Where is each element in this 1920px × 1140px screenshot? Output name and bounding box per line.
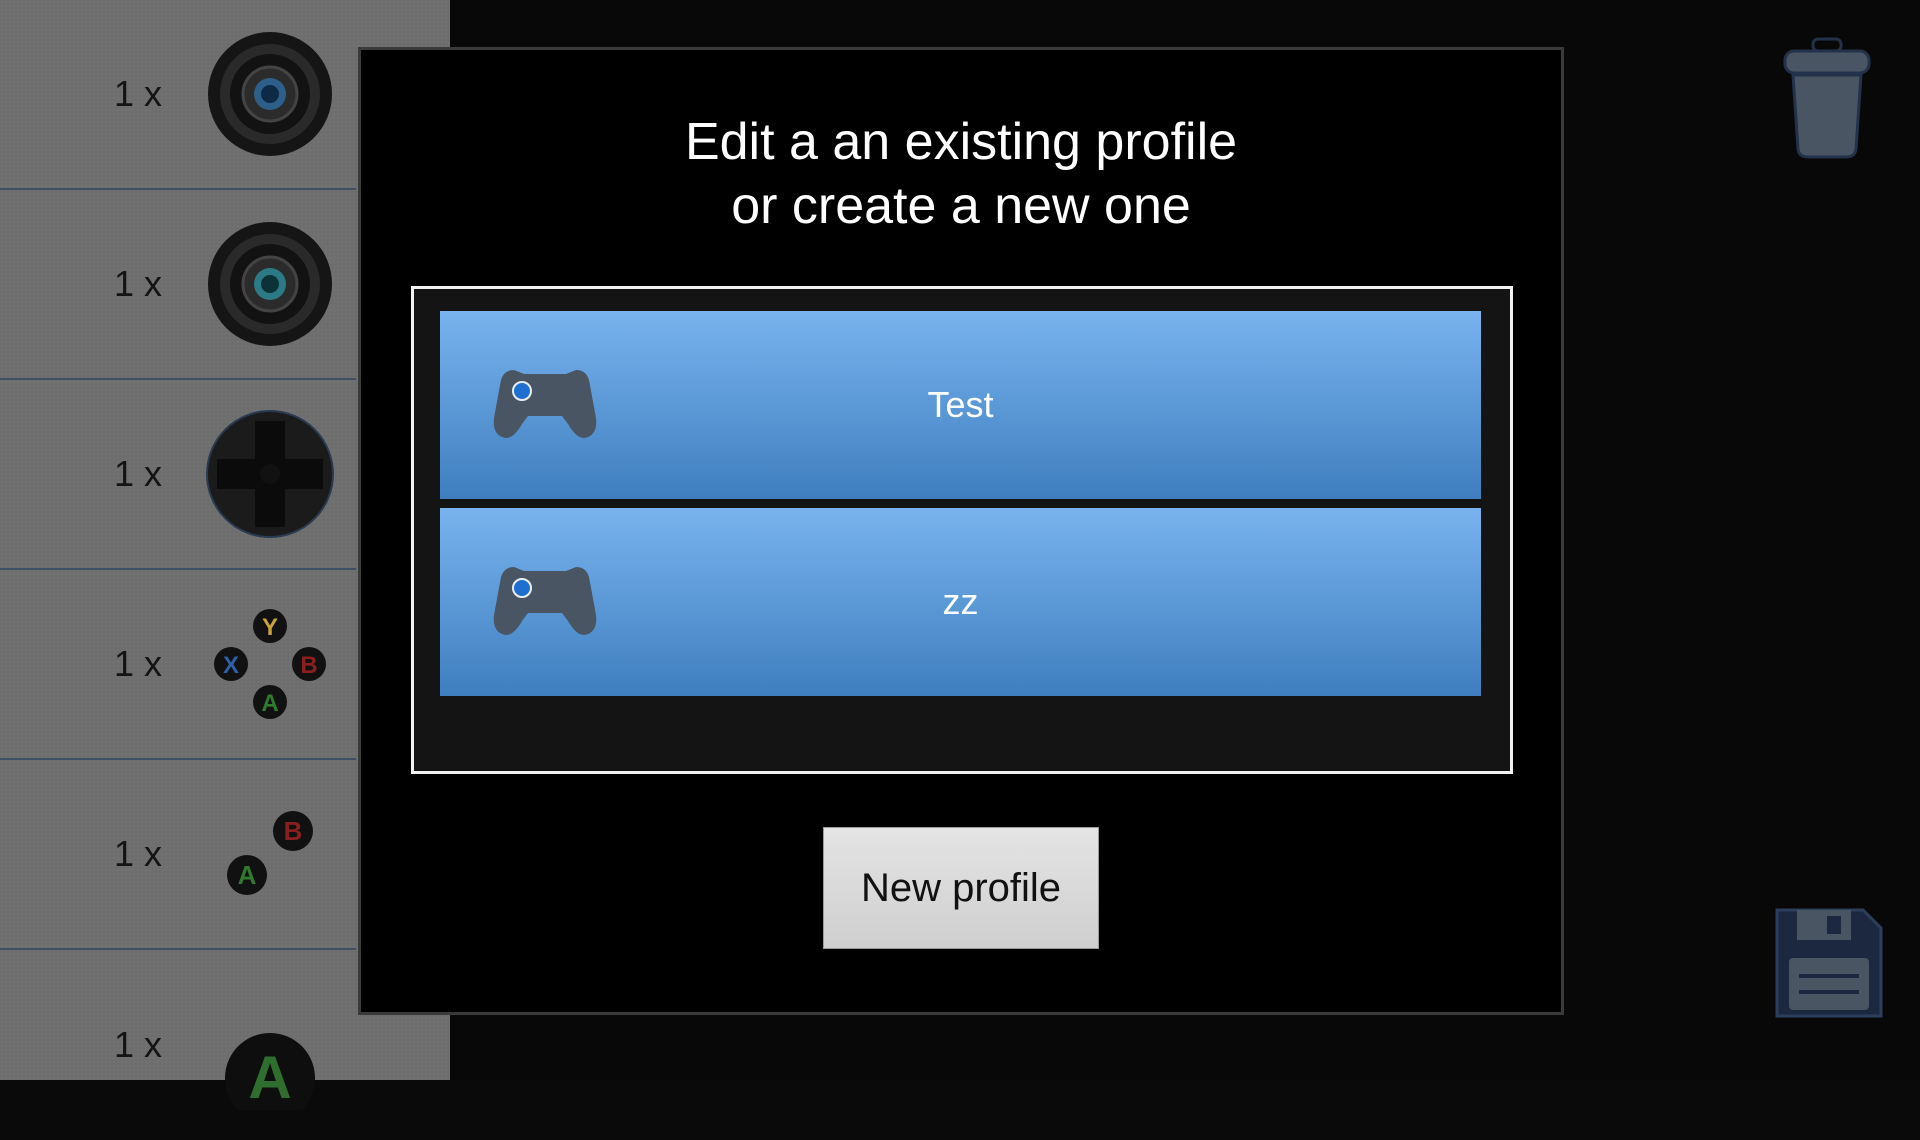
- profile-item-test[interactable]: Test: [440, 311, 1481, 499]
- palette-item-analog-stick-1[interactable]: 1 x: [0, 0, 356, 190]
- svg-text:A: A: [238, 860, 257, 890]
- profile-item-zz[interactable]: zz: [440, 508, 1481, 696]
- palette-item-a-button[interactable]: 1 x A: [0, 950, 356, 1140]
- svg-text:B: B: [284, 816, 303, 846]
- floppy-disk-icon[interactable]: [1773, 906, 1885, 1020]
- profile-list: Test zz: [411, 286, 1513, 774]
- palette-item-count: 1 x: [114, 453, 163, 494]
- analog-stick-icon: [208, 222, 332, 346]
- profile-dialog: Edit a an existing profile or create a n…: [358, 47, 1564, 1015]
- svg-text:A: A: [248, 1044, 291, 1110]
- new-profile-button[interactable]: New profile: [823, 827, 1099, 949]
- palette-item-count: 1 x: [114, 643, 163, 684]
- svg-text:B: B: [300, 652, 317, 679]
- palette-item-count: 1 x: [114, 1024, 163, 1065]
- palette-item-count: 1 x: [114, 263, 163, 304]
- a-button-icon: A: [225, 1033, 315, 1110]
- svg-text:X: X: [223, 652, 239, 679]
- dialog-title-line1: Edit a an existing profile: [684, 113, 1238, 171]
- palette-item-count: 1 x: [114, 73, 163, 114]
- analog-stick-icon: [208, 32, 332, 156]
- palette-item-xyab-buttons[interactable]: 1 x Y X B A: [0, 570, 356, 760]
- svg-text:A: A: [261, 690, 278, 717]
- palette-item-analog-stick-2[interactable]: 1 x: [0, 190, 356, 380]
- dpad-icon: [206, 410, 334, 538]
- palette-item-dpad[interactable]: 1 x: [0, 380, 356, 570]
- profile-name: Test: [927, 384, 994, 425]
- svg-text:Y: Y: [262, 614, 278, 641]
- ab-buttons-icon: B A: [227, 811, 313, 895]
- trash-icon[interactable]: [1781, 37, 1873, 161]
- palette-item-count: 1 x: [114, 833, 163, 874]
- profile-name: zz: [942, 581, 979, 622]
- xyab-buttons-icon: Y X B A: [214, 609, 326, 719]
- palette-item-ab-buttons[interactable]: 1 x B A: [0, 760, 356, 950]
- dialog-title: Edit a an existing profile or create a n…: [361, 110, 1561, 238]
- dialog-title-line2: or create a new one: [731, 177, 1191, 235]
